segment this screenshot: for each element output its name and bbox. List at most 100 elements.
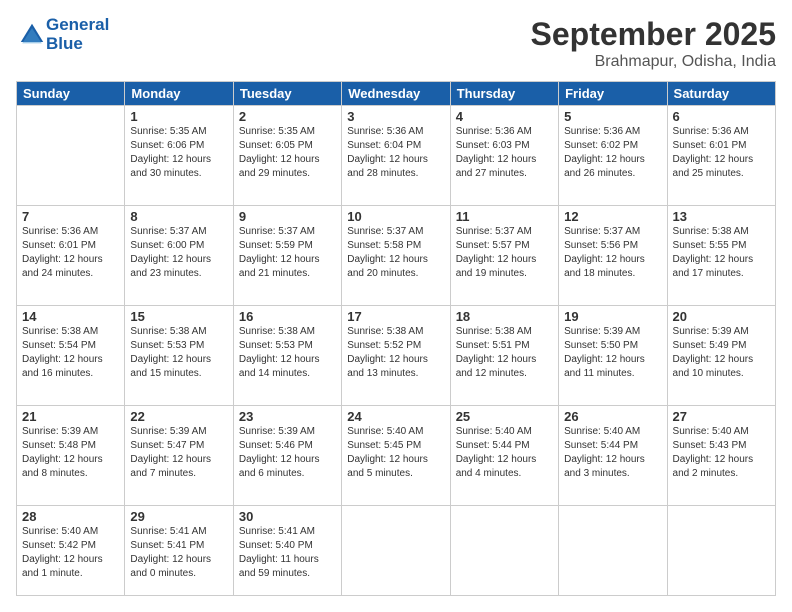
day-number: 3: [347, 109, 444, 124]
calendar-cell: 5Sunrise: 5:36 AM Sunset: 6:02 PM Daylig…: [559, 106, 667, 206]
day-info: Sunrise: 5:41 AM Sunset: 5:40 PM Dayligh…: [239, 525, 336, 581]
day-info: Sunrise: 5:38 AM Sunset: 5:54 PM Dayligh…: [22, 325, 119, 381]
day-info: Sunrise: 5:36 AM Sunset: 6:03 PM Dayligh…: [456, 125, 553, 181]
calendar-cell: 9Sunrise: 5:37 AM Sunset: 5:59 PM Daylig…: [233, 206, 341, 306]
day-header-sunday: Sunday: [17, 82, 125, 106]
day-number: 4: [456, 109, 553, 124]
calendar-table: SundayMondayTuesdayWednesdayThursdayFrid…: [16, 81, 776, 596]
logo: General Blue: [16, 16, 109, 53]
day-info: Sunrise: 5:39 AM Sunset: 5:47 PM Dayligh…: [130, 425, 227, 481]
calendar-cell: 21Sunrise: 5:39 AM Sunset: 5:48 PM Dayli…: [17, 406, 125, 506]
day-info: Sunrise: 5:37 AM Sunset: 5:58 PM Dayligh…: [347, 225, 444, 281]
calendar-cell: 14Sunrise: 5:38 AM Sunset: 5:54 PM Dayli…: [17, 306, 125, 406]
day-number: 8: [130, 209, 227, 224]
day-info: Sunrise: 5:37 AM Sunset: 6:00 PM Dayligh…: [130, 225, 227, 281]
day-number: 25: [456, 409, 553, 424]
calendar-cell: 24Sunrise: 5:40 AM Sunset: 5:45 PM Dayli…: [342, 406, 450, 506]
calendar-cell: 12Sunrise: 5:37 AM Sunset: 5:56 PM Dayli…: [559, 206, 667, 306]
day-info: Sunrise: 5:39 AM Sunset: 5:48 PM Dayligh…: [22, 425, 119, 481]
day-number: 5: [564, 109, 661, 124]
month-title: September 2025: [531, 16, 776, 53]
day-info: Sunrise: 5:38 AM Sunset: 5:52 PM Dayligh…: [347, 325, 444, 381]
day-number: 16: [239, 309, 336, 324]
calendar-cell: [17, 106, 125, 206]
day-info: Sunrise: 5:38 AM Sunset: 5:55 PM Dayligh…: [673, 225, 770, 281]
calendar-cell: 15Sunrise: 5:38 AM Sunset: 5:53 PM Dayli…: [125, 306, 233, 406]
day-info: Sunrise: 5:40 AM Sunset: 5:44 PM Dayligh…: [564, 425, 661, 481]
calendar-cell: 16Sunrise: 5:38 AM Sunset: 5:53 PM Dayli…: [233, 306, 341, 406]
title-block: September 2025 Brahmapur, Odisha, India: [531, 16, 776, 71]
calendar-cell: 2Sunrise: 5:35 AM Sunset: 6:05 PM Daylig…: [233, 106, 341, 206]
main-container: General Blue September 2025 Brahmapur, O…: [0, 0, 792, 612]
calendar-cell: [559, 506, 667, 596]
day-number: 1: [130, 109, 227, 124]
day-number: 6: [673, 109, 770, 124]
day-number: 27: [673, 409, 770, 424]
day-info: Sunrise: 5:38 AM Sunset: 5:53 PM Dayligh…: [130, 325, 227, 381]
day-header-monday: Monday: [125, 82, 233, 106]
day-header-friday: Friday: [559, 82, 667, 106]
calendar-cell: [450, 506, 558, 596]
day-info: Sunrise: 5:36 AM Sunset: 6:02 PM Dayligh…: [564, 125, 661, 181]
day-number: 21: [22, 409, 119, 424]
logo-text-line1: General: [46, 16, 109, 35]
day-number: 22: [130, 409, 227, 424]
calendar-cell: 13Sunrise: 5:38 AM Sunset: 5:55 PM Dayli…: [667, 206, 775, 306]
day-info: Sunrise: 5:39 AM Sunset: 5:49 PM Dayligh…: [673, 325, 770, 381]
day-number: 12: [564, 209, 661, 224]
calendar-cell: 23Sunrise: 5:39 AM Sunset: 5:46 PM Dayli…: [233, 406, 341, 506]
calendar-cell: 10Sunrise: 5:37 AM Sunset: 5:58 PM Dayli…: [342, 206, 450, 306]
day-info: Sunrise: 5:39 AM Sunset: 5:46 PM Dayligh…: [239, 425, 336, 481]
calendar-cell: 25Sunrise: 5:40 AM Sunset: 5:44 PM Dayli…: [450, 406, 558, 506]
day-number: 19: [564, 309, 661, 324]
calendar-cell: [667, 506, 775, 596]
logo-text-line2: Blue: [46, 35, 109, 54]
calendar-cell: 6Sunrise: 5:36 AM Sunset: 6:01 PM Daylig…: [667, 106, 775, 206]
day-number: 29: [130, 509, 227, 524]
calendar-cell: 1Sunrise: 5:35 AM Sunset: 6:06 PM Daylig…: [125, 106, 233, 206]
day-number: 18: [456, 309, 553, 324]
day-info: Sunrise: 5:35 AM Sunset: 6:06 PM Dayligh…: [130, 125, 227, 181]
calendar-cell: 22Sunrise: 5:39 AM Sunset: 5:47 PM Dayli…: [125, 406, 233, 506]
calendar-cell: 17Sunrise: 5:38 AM Sunset: 5:52 PM Dayli…: [342, 306, 450, 406]
day-info: Sunrise: 5:39 AM Sunset: 5:50 PM Dayligh…: [564, 325, 661, 381]
logo-icon: [18, 21, 46, 49]
day-header-thursday: Thursday: [450, 82, 558, 106]
day-number: 24: [347, 409, 444, 424]
day-number: 30: [239, 509, 336, 524]
day-number: 7: [22, 209, 119, 224]
day-number: 9: [239, 209, 336, 224]
day-info: Sunrise: 5:38 AM Sunset: 5:53 PM Dayligh…: [239, 325, 336, 381]
day-number: 14: [22, 309, 119, 324]
day-header-tuesday: Tuesday: [233, 82, 341, 106]
calendar-cell: 3Sunrise: 5:36 AM Sunset: 6:04 PM Daylig…: [342, 106, 450, 206]
calendar-cell: 29Sunrise: 5:41 AM Sunset: 5:41 PM Dayli…: [125, 506, 233, 596]
calendar-cell: [342, 506, 450, 596]
day-header-saturday: Saturday: [667, 82, 775, 106]
calendar-cell: 30Sunrise: 5:41 AM Sunset: 5:40 PM Dayli…: [233, 506, 341, 596]
day-info: Sunrise: 5:40 AM Sunset: 5:45 PM Dayligh…: [347, 425, 444, 481]
day-info: Sunrise: 5:40 AM Sunset: 5:42 PM Dayligh…: [22, 525, 119, 581]
day-info: Sunrise: 5:35 AM Sunset: 6:05 PM Dayligh…: [239, 125, 336, 181]
day-number: 23: [239, 409, 336, 424]
calendar-cell: 18Sunrise: 5:38 AM Sunset: 5:51 PM Dayli…: [450, 306, 558, 406]
day-info: Sunrise: 5:41 AM Sunset: 5:41 PM Dayligh…: [130, 525, 227, 581]
day-info: Sunrise: 5:36 AM Sunset: 6:01 PM Dayligh…: [673, 125, 770, 181]
day-number: 10: [347, 209, 444, 224]
calendar-cell: 26Sunrise: 5:40 AM Sunset: 5:44 PM Dayli…: [559, 406, 667, 506]
day-number: 15: [130, 309, 227, 324]
calendar-cell: 8Sunrise: 5:37 AM Sunset: 6:00 PM Daylig…: [125, 206, 233, 306]
calendar-cell: 27Sunrise: 5:40 AM Sunset: 5:43 PM Dayli…: [667, 406, 775, 506]
day-info: Sunrise: 5:37 AM Sunset: 5:59 PM Dayligh…: [239, 225, 336, 281]
day-info: Sunrise: 5:40 AM Sunset: 5:43 PM Dayligh…: [673, 425, 770, 481]
calendar-cell: 20Sunrise: 5:39 AM Sunset: 5:49 PM Dayli…: [667, 306, 775, 406]
location: Brahmapur, Odisha, India: [531, 53, 776, 71]
day-number: 17: [347, 309, 444, 324]
day-number: 20: [673, 309, 770, 324]
day-info: Sunrise: 5:40 AM Sunset: 5:44 PM Dayligh…: [456, 425, 553, 481]
day-number: 26: [564, 409, 661, 424]
day-number: 11: [456, 209, 553, 224]
calendar-cell: 7Sunrise: 5:36 AM Sunset: 6:01 PM Daylig…: [17, 206, 125, 306]
day-info: Sunrise: 5:37 AM Sunset: 5:57 PM Dayligh…: [456, 225, 553, 281]
day-number: 13: [673, 209, 770, 224]
